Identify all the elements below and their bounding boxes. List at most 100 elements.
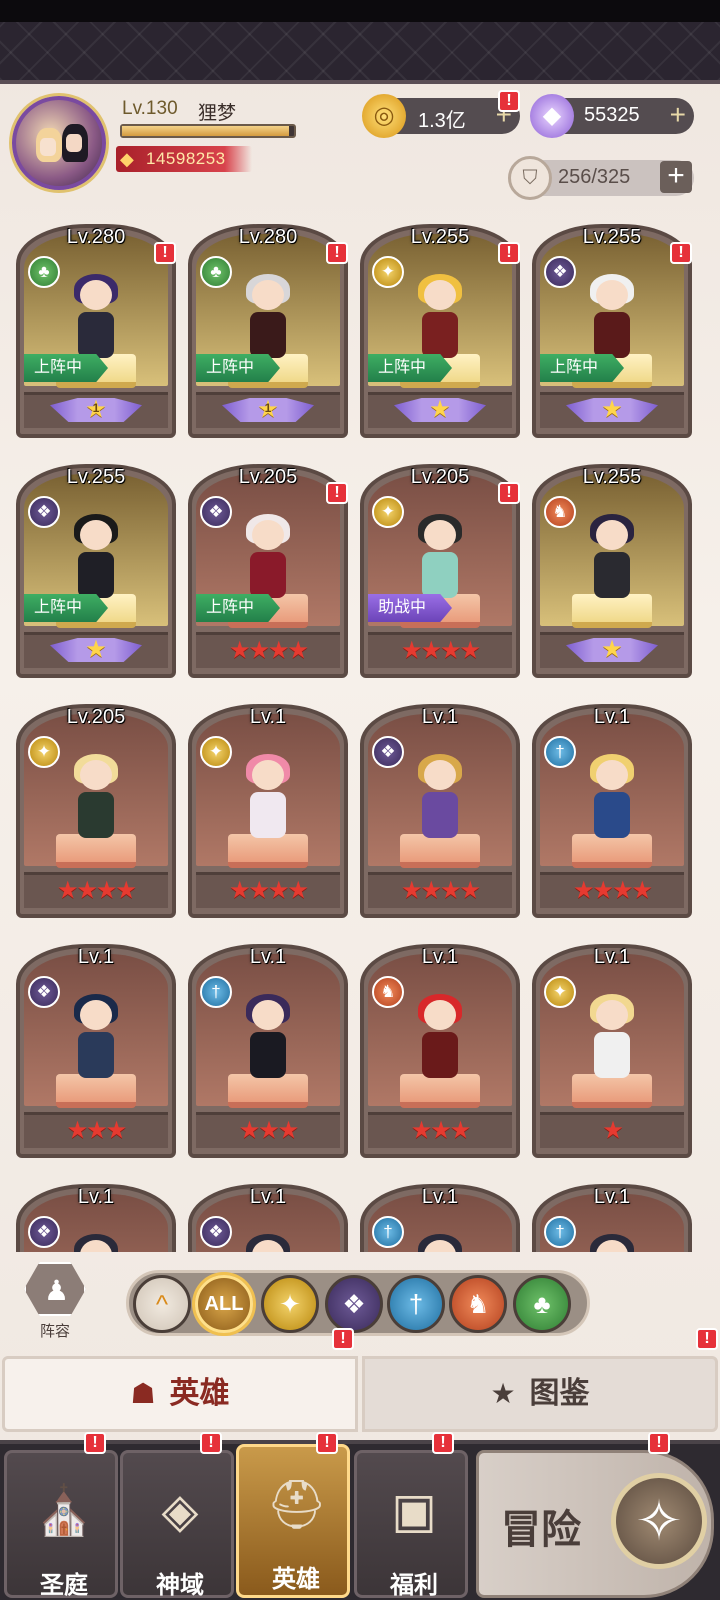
deployed-status-tag: 上阵中 bbox=[540, 354, 625, 382]
hero-face bbox=[252, 1000, 284, 1030]
nav-welfare[interactable]: ▣ 福利 bbox=[354, 1450, 468, 1599]
hero-body bbox=[422, 552, 458, 598]
hero-card[interactable]: Lv.280 ♣ 上阵中 ★ 1! bbox=[188, 212, 348, 440]
hero-card[interactable]: Lv.1 ❖ bbox=[188, 1172, 348, 1252]
hero-sprite bbox=[586, 754, 638, 842]
filter-water-icon[interactable]: † bbox=[387, 1275, 445, 1333]
hero-sprite bbox=[414, 994, 466, 1082]
nav-sanctuary[interactable]: ⛪ 圣庭 bbox=[4, 1450, 118, 1599]
hero-card[interactable]: Lv.1 ♞ ★★★ bbox=[360, 932, 520, 1160]
hero-body bbox=[250, 792, 286, 838]
hero-alert-badge: ! bbox=[498, 242, 520, 264]
hero-card[interactable]: Lv.1 † ★★★ bbox=[188, 932, 348, 1160]
filter-nature-icon[interactable]: ♣ bbox=[513, 1275, 571, 1333]
hero-slot-resource[interactable]: ⛉ 256/325 + bbox=[508, 156, 694, 200]
hero-card[interactable]: Lv.255 ❖ 上阵中 ★ bbox=[16, 452, 176, 680]
deployed-status-tag: 上阵中 bbox=[24, 354, 109, 382]
hero-alert-badge: ! bbox=[154, 242, 176, 264]
hero-grid[interactable]: Lv.280 ♣ 上阵中 ★ 1! Lv.280 ♣ 上阵中 ★ 1! Lv.255 ✦ 上阵中 ★! Lv… bbox=[0, 212, 720, 1252]
hero-level: Lv.255 bbox=[582, 466, 642, 488]
nav-welfare-label: 福利 bbox=[390, 1572, 438, 1599]
hero-card[interactable]: Lv.255 ♞ ★ bbox=[532, 452, 692, 680]
gold-star-icon: ★ bbox=[601, 636, 623, 663]
water-element-icon: † bbox=[200, 976, 232, 1008]
hero-face bbox=[596, 760, 628, 790]
collapse-filter-button[interactable]: ^ bbox=[133, 1275, 191, 1333]
hero-card[interactable]: Lv.1 † bbox=[532, 1172, 692, 1252]
hero-card[interactable]: Lv.1 ❖ ★★★★ bbox=[360, 692, 520, 920]
nav-heroes[interactable]: ⛑ 英雄 bbox=[236, 1444, 350, 1598]
hero-level: Lv.1 bbox=[77, 1186, 115, 1208]
light-element-icon: ✦ bbox=[372, 496, 404, 528]
hero-body bbox=[78, 792, 114, 838]
hero-card[interactable]: Lv.205 ✦ ★★★★ bbox=[16, 692, 176, 920]
nav-adventure-label: 冒险 bbox=[501, 1508, 581, 1552]
hero-sprite bbox=[70, 274, 122, 362]
hero-face bbox=[596, 520, 628, 550]
nature-element-icon: ♣ bbox=[200, 256, 232, 288]
hero-level: Lv.1 bbox=[421, 706, 459, 728]
hero-body bbox=[78, 1032, 114, 1078]
star-rating: ★★★ bbox=[66, 1117, 128, 1144]
hero-body bbox=[250, 312, 286, 358]
hero-sprite bbox=[586, 274, 638, 362]
filter-light-icon[interactable]: ✦ bbox=[261, 1275, 319, 1333]
hero-card[interactable]: Lv.255 ✦ 上阵中 ★! bbox=[360, 212, 520, 440]
hero-card[interactable]: Lv.205 ✦ 助战中 ★★★★! bbox=[360, 452, 520, 680]
light-element-icon: ✦ bbox=[200, 736, 232, 768]
light-element-icon: ✦ bbox=[28, 736, 60, 768]
water-element-icon: † bbox=[544, 1216, 576, 1248]
formation-button[interactable]: ♟ 阵容 bbox=[22, 1262, 88, 1340]
hero-card[interactable]: Lv.1 ✦ ★★★★ bbox=[188, 692, 348, 920]
element-filter-bar: ^ ALL ✦ ❖ † ♞ ♣ bbox=[126, 1270, 590, 1336]
light-element-icon: ✦ bbox=[372, 256, 404, 288]
hero-card[interactable]: Lv.1 ✦ ★ bbox=[532, 932, 692, 1160]
hero-level: Lv.1 bbox=[421, 946, 459, 968]
gold-coin-icon: ◎ bbox=[362, 94, 406, 138]
hero-card[interactable]: Lv.1 ❖ ★★★ bbox=[16, 932, 176, 1160]
assist-status-tag: 助战中 bbox=[368, 594, 453, 622]
crystal-icon: ◈ bbox=[161, 1485, 199, 1538]
hero-card[interactable]: Lv.205 ❖ 上阵中 ★★★★! bbox=[188, 452, 348, 680]
hero-body bbox=[594, 792, 630, 838]
hero-card[interactable]: Lv.1 † bbox=[360, 1172, 520, 1252]
gem-resource[interactable]: ◆ 55325 + bbox=[530, 94, 694, 138]
star-rating: ★★★★ bbox=[400, 637, 481, 664]
hero-face bbox=[424, 760, 456, 790]
hero-card[interactable]: Lv.1 ❖ bbox=[16, 1172, 176, 1252]
hero-face bbox=[252, 520, 284, 550]
avatar-face-2 bbox=[66, 134, 82, 152]
nav-adventure[interactable]: 冒险 ✧ bbox=[476, 1450, 714, 1598]
hero-sprite bbox=[586, 994, 638, 1082]
avatar-face-1 bbox=[40, 138, 56, 156]
hero-card[interactable]: Lv.255 ❖ 上阵中 ★! bbox=[532, 212, 692, 440]
nav-sanctuary-badge: ! bbox=[84, 1432, 106, 1454]
horned-helmet-icon: ⛑ bbox=[266, 1479, 327, 1532]
filter-all-button[interactable]: ALL bbox=[195, 1275, 253, 1333]
tab-codex[interactable]: ★ 图鉴 bbox=[362, 1356, 718, 1432]
fire-element-icon: ♞ bbox=[372, 976, 404, 1008]
star-rating: ★★★★ bbox=[228, 877, 309, 904]
dark-element-icon: ❖ bbox=[28, 1216, 60, 1248]
hero-face bbox=[80, 1000, 112, 1030]
player-avatar[interactable] bbox=[12, 96, 106, 190]
add-gem-button[interactable]: + bbox=[670, 100, 686, 130]
deployed-status-tag: 上阵中 bbox=[24, 594, 109, 622]
hero-body bbox=[78, 312, 114, 358]
hero-card[interactable]: Lv.1 † ★★★★ bbox=[532, 692, 692, 920]
star-rating: ★★★ bbox=[410, 1117, 472, 1144]
filter-dark-icon[interactable]: ❖ bbox=[325, 1275, 383, 1333]
hero-sprite bbox=[586, 514, 638, 602]
hero-alert-badge: ! bbox=[326, 482, 348, 504]
dark-element-icon: ❖ bbox=[28, 496, 60, 528]
combat-power: ◆ 14598253 bbox=[116, 146, 252, 172]
hero-sprite bbox=[414, 274, 466, 362]
hero-card[interactable]: Lv.280 ♣ 上阵中 ★ 1! bbox=[16, 212, 176, 440]
gold-alert-badge: ! bbox=[498, 90, 520, 112]
nav-divine[interactable]: ◈ 神域 bbox=[120, 1450, 234, 1599]
tab-heroes[interactable]: ☗ 英雄 bbox=[2, 1356, 358, 1432]
add-hero-slot-button[interactable]: + bbox=[660, 161, 692, 193]
gold-value: 1.3亿 bbox=[418, 110, 466, 132]
filter-fire-icon[interactable]: ♞ bbox=[449, 1275, 507, 1333]
gem-value: 55325 bbox=[584, 104, 640, 126]
